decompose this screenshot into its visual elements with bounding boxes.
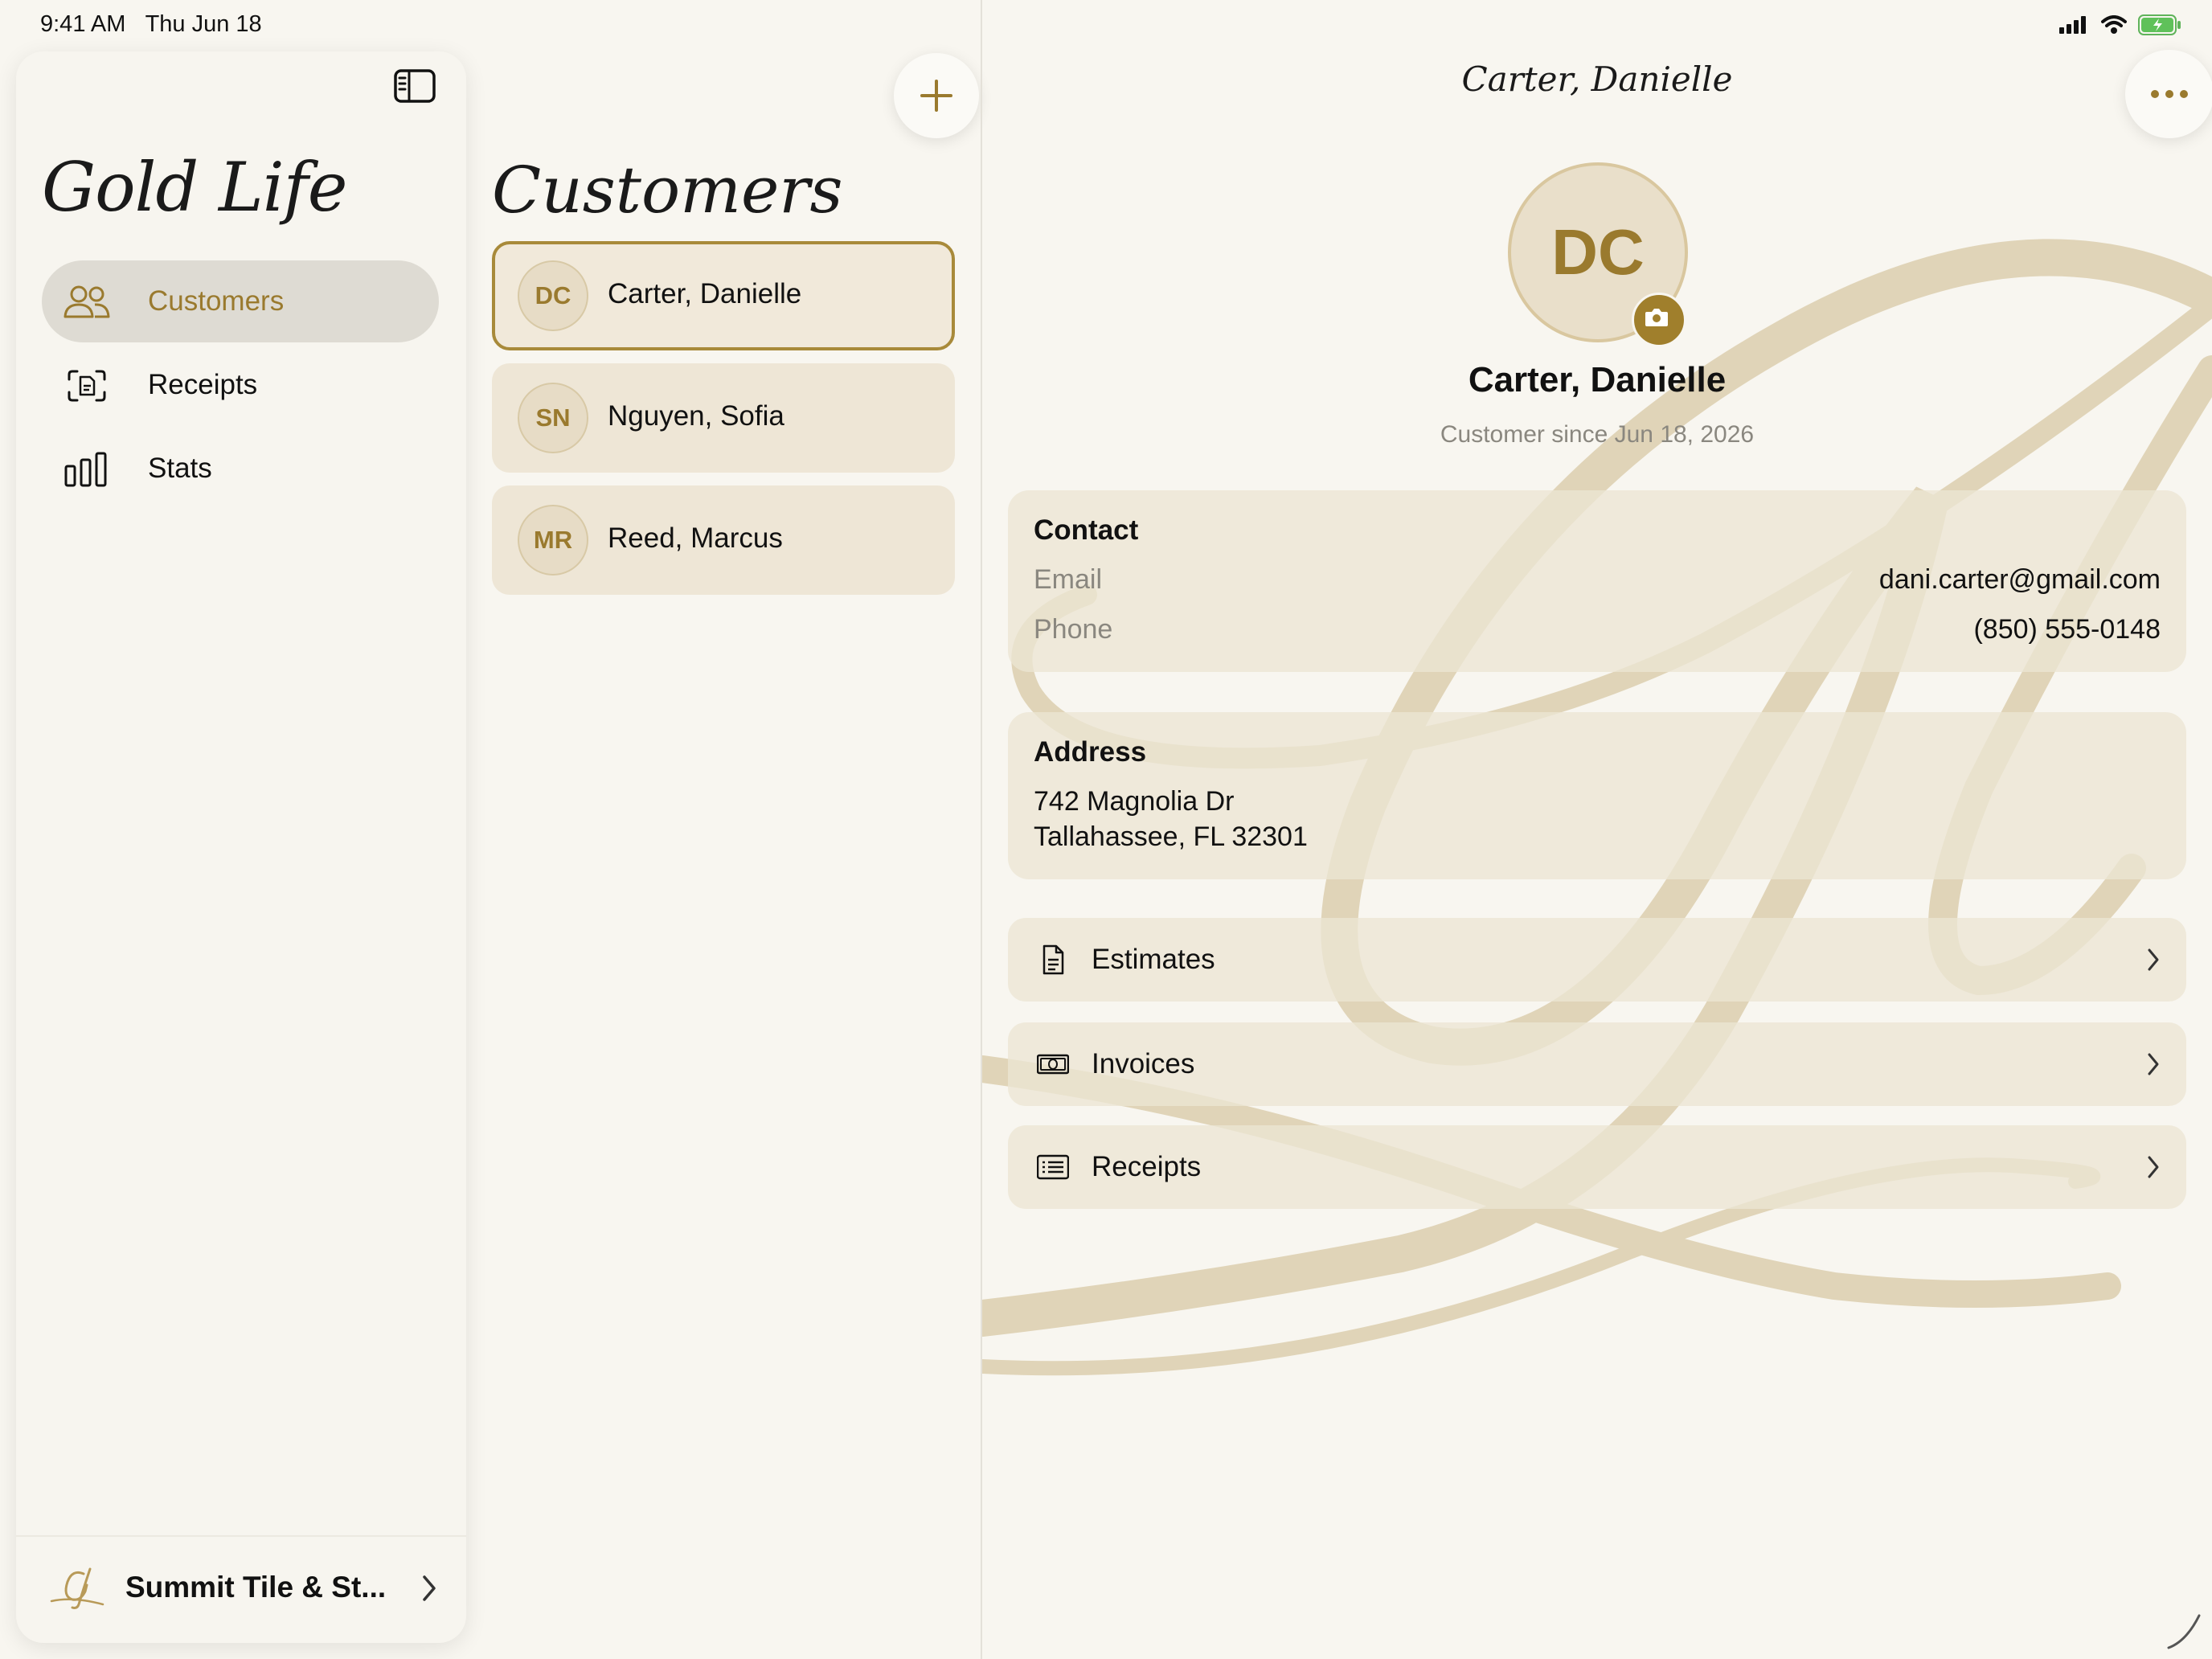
bar-chart-icon — [64, 452, 107, 487]
avatar: SN — [518, 383, 588, 453]
list-receipt-icon — [1037, 1154, 1069, 1180]
customer-name: Carter, Danielle — [608, 278, 802, 309]
business-name: Summit Tile & St... — [125, 1571, 387, 1604]
estimates-row[interactable]: Estimates — [1008, 918, 2186, 1002]
sidebar-item-stats[interactable]: Stats — [42, 428, 439, 510]
add-customer-button[interactable] — [894, 53, 979, 138]
avatar: MR — [518, 505, 588, 576]
customer-detail-pane: Carter, Danielle DC Carter, Danielle Cus… — [982, 0, 2212, 1659]
sidebar-item-label: Customers — [148, 285, 285, 317]
sidebar-item-customers[interactable]: Customers — [42, 260, 439, 342]
banknote-icon — [1037, 1054, 1069, 1075]
customer-name: Reed, Marcus — [608, 522, 783, 554]
sidebar: Gold Life Customers Receipts Stats Summi… — [16, 51, 466, 1643]
customer-row-carter-danielle[interactable]: DC Carter, Danielle — [492, 241, 955, 350]
contact-heading: Contact — [1034, 514, 1139, 546]
address-line-1[interactable]: 742 Magnolia Dr — [1034, 786, 1234, 817]
customer-row-reed-marcus[interactable]: MR Reed, Marcus — [492, 485, 955, 595]
phone-value[interactable]: (850) 555-0148 — [1973, 614, 2161, 645]
status-time: 9:41 AM Thu Jun 18 — [40, 11, 262, 38]
change-photo-button[interactable] — [1632, 293, 1686, 347]
more-options-button[interactable] — [2125, 50, 2212, 138]
address-heading: Address — [1034, 736, 1147, 768]
address-line-2[interactable]: Tallahassee, FL 32301 — [1034, 821, 1308, 853]
sidebar-toggle-icon[interactable] — [394, 69, 436, 103]
contact-card: Contact Email dani.carter@gmail.com Phon… — [1008, 490, 2186, 672]
chevron-right-icon — [2148, 1156, 2159, 1178]
customer-name: Nguyen, Sofia — [608, 400, 784, 432]
avatar: DC — [518, 260, 588, 331]
brand-title: Gold Life — [42, 148, 347, 227]
customer-list-column: Customers DC Carter, Danielle SN Nguyen,… — [466, 0, 981, 1659]
receipt-scan-icon — [68, 370, 106, 402]
sidebar-item-receipts[interactable]: Receipts — [42, 344, 439, 426]
chevron-right-icon — [423, 1575, 436, 1601]
sidebar-item-label: Stats — [148, 453, 212, 484]
email-value[interactable]: dani.carter@gmail.com — [1879, 564, 2161, 596]
customer-since: Customer since Jun 18, 2026 — [1440, 421, 1755, 448]
status-date: Thu Jun 18 — [145, 11, 262, 37]
email-label: Email — [1034, 564, 1103, 595]
receipts-row[interactable]: Receipts — [1008, 1125, 2186, 1209]
ellipsis-icon — [2151, 90, 2188, 98]
sidebar-item-label: Receipts — [148, 369, 258, 400]
status-time-value: 9:41 AM — [40, 11, 126, 37]
page-title: Customers — [492, 153, 843, 227]
chevron-right-icon — [2148, 948, 2159, 971]
detail-nav-title: Carter, Danielle — [1461, 59, 1733, 99]
phone-label: Phone — [1034, 614, 1113, 645]
gold-life-monogram-logo — [50, 1567, 104, 1609]
pencil-scribble-icon — [2167, 1614, 2201, 1649]
plus-icon — [920, 80, 952, 112]
invoices-row[interactable]: Invoices — [1008, 1022, 2186, 1106]
invoices-label: Invoices — [1092, 1048, 1195, 1079]
people-icon — [63, 285, 110, 318]
customer-name-heading: Carter, Danielle — [1468, 360, 1727, 399]
chevron-right-icon — [2148, 1053, 2159, 1075]
estimates-label: Estimates — [1092, 944, 1215, 975]
receipts-label: Receipts — [1092, 1151, 1202, 1182]
customer-row-nguyen-sofia[interactable]: SN Nguyen, Sofia — [492, 363, 955, 473]
camera-icon — [1645, 309, 1668, 326]
business-switcher[interactable]: Summit Tile & St... — [16, 1535, 466, 1643]
document-icon — [1043, 944, 1064, 975]
address-card: Address 742 Magnolia Dr Tallahassee, FL … — [1008, 712, 2186, 879]
